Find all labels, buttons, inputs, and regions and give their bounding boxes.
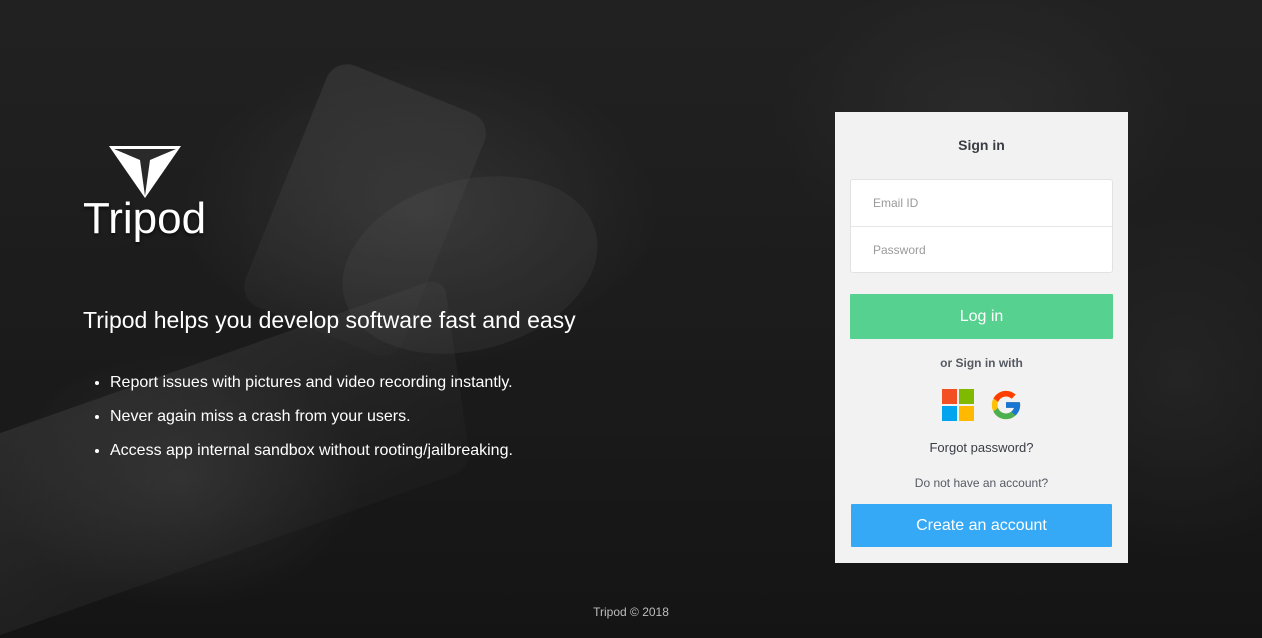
- login-page: Tripod Tripod helps you develop software…: [0, 0, 1262, 638]
- email-input[interactable]: [851, 180, 1112, 226]
- google-signin-button[interactable]: [989, 388, 1023, 422]
- forgot-password-link[interactable]: Forgot password?: [835, 440, 1128, 455]
- google-icon: [991, 390, 1020, 420]
- no-account-text: Do not have an account?: [914, 476, 1049, 490]
- tripod-logo-icon: [109, 146, 181, 198]
- footer-copyright: Tripod © 2018: [593, 605, 669, 619]
- brand-name: Tripod: [83, 194, 207, 243]
- social-signin-label: or Sign in with: [940, 356, 1023, 370]
- feature-item: Never again miss a crash from your users…: [110, 400, 513, 434]
- feature-list: Report issues with pictures and video re…: [83, 366, 513, 468]
- feature-item: Access app internal sandbox without root…: [110, 434, 513, 468]
- microsoft-signin-button[interactable]: [941, 388, 975, 422]
- hero-tagline: Tripod helps you develop software fast a…: [83, 307, 576, 333]
- signin-card: Sign in Log in or Sign in with: [835, 112, 1128, 563]
- microsoft-icon: [941, 389, 974, 421]
- brand: Tripod: [83, 146, 213, 246]
- login-button[interactable]: Log in: [850, 294, 1113, 339]
- feature-item: Report issues with pictures and video re…: [110, 366, 513, 400]
- create-account-button[interactable]: Create an account: [851, 504, 1112, 547]
- password-input[interactable]: [851, 227, 1112, 273]
- social-signin-buttons: [835, 388, 1128, 424]
- credentials-fields: [850, 179, 1113, 273]
- signin-title: Sign in: [958, 137, 1005, 153]
